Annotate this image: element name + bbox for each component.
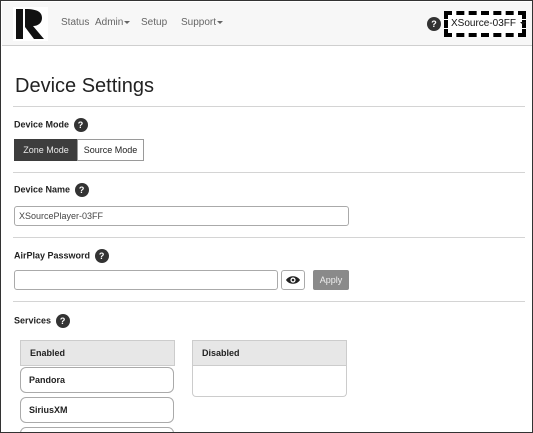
disabled-header: Disabled <box>192 340 347 366</box>
airplay-password-label: AirPlay Password ? <box>14 249 109 263</box>
divider <box>13 106 525 107</box>
page-title: Device Settings <box>15 75 154 97</box>
help-icon[interactable]: ? <box>74 183 89 197</box>
disabled-services-list[interactable] <box>192 366 347 397</box>
source-mode-button[interactable]: Source Mode <box>77 139 144 161</box>
browser-frame: Status Admin Setup Support ? XSource-03F… <box>0 0 533 433</box>
eye-icon <box>286 276 300 284</box>
enabled-header: Enabled <box>20 340 175 366</box>
show-password-button[interactable] <box>281 270 305 290</box>
apply-button[interactable]: Apply <box>313 270 349 290</box>
divider <box>13 237 525 238</box>
caret-down-icon <box>217 20 224 24</box>
device-mode-label: Device Mode ? <box>14 118 88 132</box>
device-name-input[interactable]: XSourcePlayer-03FF <box>14 206 349 226</box>
service-item-siriusxm[interactable]: SiriusXM <box>20 397 174 423</box>
service-item-pandora[interactable]: Pandora <box>20 367 174 393</box>
top-navbar: Status Admin Setup Support ? XSource-03F… <box>2 2 532 46</box>
airplay-password-input[interactable] <box>14 270 278 290</box>
caret-down-icon <box>519 21 526 25</box>
disabled-services-column: Disabled <box>192 340 347 397</box>
divider <box>13 172 525 173</box>
help-icon[interactable]: ? <box>55 314 70 328</box>
nav-support-dropdown[interactable]: Support <box>181 17 224 28</box>
device-name-label: Device Name ? <box>14 183 89 197</box>
services-label: Services ? <box>14 314 70 328</box>
help-icon[interactable]: ? <box>94 249 109 263</box>
enabled-services-column: Enabled <box>20 340 175 366</box>
device-selector-dropdown[interactable]: XSource-03FF <box>444 11 526 37</box>
zone-mode-button[interactable]: Zone Mode <box>14 139 78 161</box>
divider <box>13 301 525 302</box>
brand-logo-icon[interactable] <box>13 7 48 41</box>
help-icon[interactable]: ? <box>427 17 441 31</box>
caret-down-icon <box>124 20 131 24</box>
nav-admin-dropdown[interactable]: Admin <box>95 17 131 28</box>
help-icon[interactable]: ? <box>73 118 88 132</box>
nav-setup[interactable]: Setup <box>141 17 167 28</box>
nav-status[interactable]: Status <box>61 17 89 28</box>
service-item-partial[interactable] <box>20 427 174 432</box>
